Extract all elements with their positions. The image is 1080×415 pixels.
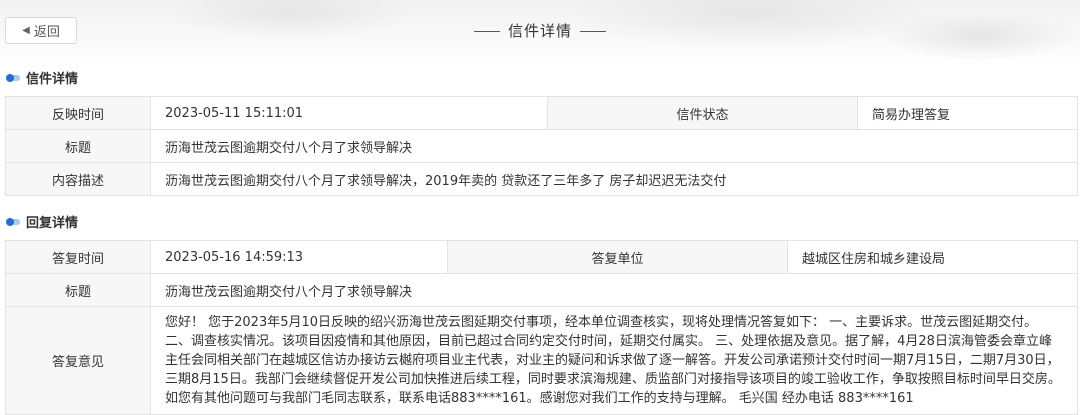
reply-details-table: 答复时间 2023-05-16 14:59:13 答复单位 越城区住房和城乡建设…: [5, 240, 1078, 415]
letter-section-header: 信件详情: [6, 68, 78, 87]
toggle-icon: [6, 217, 20, 226]
table-row: 答复意见 您好！ 您于2023年5月10日反映的绍兴沥海世茂云图延期交付事项，经…: [5, 306, 1078, 415]
page-title: 信件详情: [0, 20, 1080, 41]
reply-time-label: 答复时间: [5, 240, 151, 274]
content-value: 沥海世茂云图逾期交付八个月了求领导解决，2019年卖的 贷款还了三年多了 房子却…: [150, 162, 1078, 196]
reflect-time-label: 反映时间: [5, 96, 151, 130]
table-row: 标题 沥海世茂云图逾期交付八个月了求领导解决: [5, 129, 1078, 163]
reply-opinion-label: 答复意见: [5, 306, 151, 415]
table-row: 答复时间 2023-05-16 14:59:13 答复单位 越城区住房和城乡建设…: [5, 240, 1078, 274]
title-left-dash: [473, 31, 500, 32]
reply-title-value: 沥海世茂云图逾期交付八个月了求领导解决: [150, 273, 1078, 307]
letter-section-title: 信件详情: [26, 72, 79, 87]
reply-section-header: 回复详情: [6, 212, 78, 231]
reply-title-label: 标题: [5, 273, 151, 307]
letter-title-label: 标题: [5, 129, 151, 163]
letter-title-value: 沥海世茂云图逾期交付八个月了求领导解决: [150, 129, 1078, 163]
letter-status-label: 信件状态: [547, 96, 858, 130]
reply-time-value: 2023-05-16 14:59:13: [150, 240, 448, 274]
letter-status-value: 简易办理答复: [857, 96, 1078, 130]
letter-details-table: 反映时间 2023-05-11 15:11:01 信件状态 简易办理答复 标题 …: [5, 96, 1078, 196]
reply-opinion-value: 您好！ 您于2023年5月10日反映的绍兴沥海世茂云图延期交付事项，经本单位调查…: [150, 306, 1078, 415]
title-right-dash: [580, 31, 606, 32]
reply-unit-label: 答复单位: [447, 240, 788, 274]
page-title-text: 信件详情: [507, 22, 572, 40]
content-label: 内容描述: [5, 162, 151, 196]
reply-section-title: 回复详情: [26, 216, 79, 231]
toggle-icon: [6, 73, 20, 82]
table-row: 内容描述 沥海世茂云图逾期交付八个月了求领导解决，2019年卖的 贷款还了三年多…: [5, 162, 1078, 196]
table-row: 标题 沥海世茂云图逾期交付八个月了求领导解决: [5, 273, 1078, 307]
reply-unit-value: 越城区住房和城乡建设局: [787, 240, 1078, 274]
reflect-time-value: 2023-05-11 15:11:01: [150, 96, 548, 130]
table-row: 反映时间 2023-05-11 15:11:01 信件状态 简易办理答复: [5, 96, 1078, 130]
